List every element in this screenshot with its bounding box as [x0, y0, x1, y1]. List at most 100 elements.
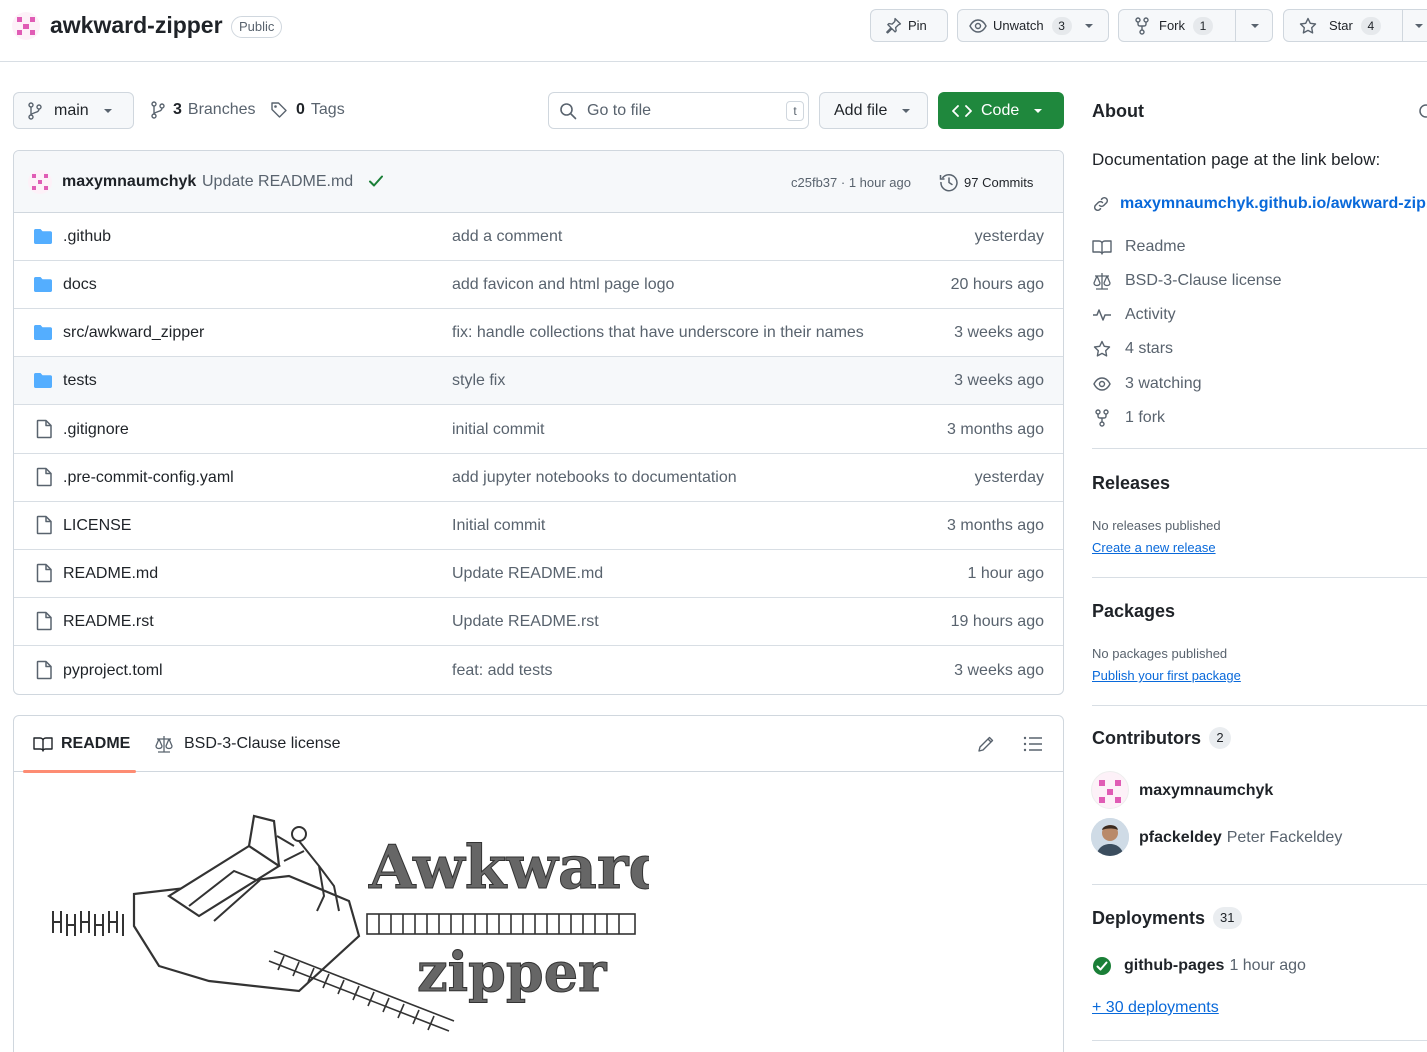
activity-link[interactable]: Activity	[1092, 306, 1176, 324]
branch-selector[interactable]: main	[13, 92, 134, 129]
forks-link[interactable]: 1 fork	[1092, 409, 1165, 427]
contributors-heading[interactable]: Contributors 2	[1092, 727, 1231, 749]
stars-link[interactable]: 4 stars	[1092, 340, 1173, 358]
chevron-down-icon[interactable]	[1250, 23, 1260, 29]
file-row[interactable]: README.rst Update README.rst 19 hours ago	[14, 598, 1063, 646]
readme-tabs: README BSD-3-Clause license	[14, 716, 1063, 773]
commit-message-link[interactable]: initial commit	[452, 421, 544, 439]
repo-name[interactable]: awkward-zipper	[50, 12, 223, 39]
file-icon	[35, 563, 53, 583]
avatar[interactable]	[1091, 771, 1129, 809]
license-link[interactable]: BSD-3-Clause license	[1092, 272, 1282, 290]
contributor-entry[interactable]: pfackeldey Peter Fackeldey	[1139, 829, 1342, 847]
file-row[interactable]: .pre-commit-config.yaml add jupyter noteb…	[14, 454, 1063, 502]
pin-icon	[885, 17, 902, 34]
file-name-link[interactable]: README.rst	[63, 613, 154, 631]
tags-link[interactable]: 0 Tags	[270, 101, 345, 119]
file-name-link[interactable]: .pre-commit-config.yaml	[63, 469, 234, 487]
avatar[interactable]	[1091, 818, 1129, 856]
about-description: Documentation page at the link below:	[1092, 150, 1381, 169]
deployments-heading[interactable]: Deployments 31	[1092, 907, 1242, 929]
chevron-down-icon	[901, 108, 911, 114]
branches-link[interactable]: 3 Branches	[151, 101, 256, 119]
commit-message-link[interactable]: style fix	[452, 372, 505, 390]
gear-icon[interactable]	[1418, 103, 1427, 119]
commit-message-link[interactable]: add jupyter notebooks to documentation	[452, 469, 737, 487]
deployment-env: github-pages	[1124, 957, 1225, 974]
contributor-login[interactable]: maxymnaumchyk	[1139, 782, 1273, 800]
shortcut-key: t	[786, 101, 804, 121]
file-name-link[interactable]: LICENSE	[63, 517, 131, 535]
chevron-down-icon[interactable]	[1414, 23, 1424, 29]
tab-license[interactable]: BSD-3-Clause license	[154, 735, 341, 753]
folder-icon	[33, 276, 53, 292]
file-row[interactable]: src/awkward_zipper fix: handle collection…	[14, 309, 1063, 357]
check-circle-fill-icon	[1092, 956, 1112, 976]
readme-link[interactable]: Readme	[1092, 238, 1185, 256]
star-button[interactable]: Star 4	[1283, 9, 1427, 42]
homepage-link[interactable]: maxymnaumchyk.github.io/awkward-zip...	[1092, 195, 1427, 213]
file-row[interactable]: README.md Update README.md 1 hour ago	[14, 550, 1063, 598]
contributor-login: pfackeldey	[1139, 829, 1222, 846]
branch-name: main	[54, 101, 89, 119]
repo-forked-icon	[1092, 409, 1112, 427]
pencil-icon[interactable]	[977, 735, 995, 753]
watching-link-label: 3 watching	[1125, 375, 1202, 392]
commit-hash-time[interactable]: c25fb37 · 1 hour ago	[791, 175, 911, 190]
packages-heading[interactable]: Packages	[1092, 601, 1175, 622]
tags-label: Tags	[310, 101, 345, 118]
commit-message-link[interactable]: feat: add tests	[452, 662, 553, 680]
chevron-down-icon[interactable]	[1084, 23, 1094, 29]
file-icon	[35, 660, 53, 680]
file-row[interactable]: tests style fix 3 weeks ago	[14, 357, 1063, 405]
divider	[1092, 577, 1427, 578]
logo-subtitle-text: zipper	[417, 940, 607, 1004]
file-name-link[interactable]: pyproject.toml	[63, 662, 163, 680]
file-row[interactable]: LICENSE Initial commit 3 months ago	[14, 502, 1063, 550]
commit-message-link[interactable]: add a comment	[452, 228, 562, 246]
file-row[interactable]: .github add a comment yesterday	[14, 213, 1063, 261]
commit-date: yesterday	[974, 228, 1044, 245]
tab-readme[interactable]: README	[33, 735, 130, 753]
code-button[interactable]: Code	[938, 92, 1064, 129]
avatar[interactable]	[28, 170, 52, 194]
go-to-file-input[interactable]: Go to file t	[548, 92, 809, 129]
repo-owner-avatar[interactable]	[12, 12, 40, 40]
pin-button[interactable]: Pin	[870, 9, 948, 42]
divider	[1092, 448, 1427, 449]
file-row[interactable]: .gitignore initial commit 3 months ago	[14, 406, 1063, 454]
commits-link[interactable]: 97 Commits	[964, 175, 1033, 190]
deployment-entry[interactable]: github-pages 1 hour ago	[1092, 956, 1306, 976]
file-name-link[interactable]: docs	[63, 276, 97, 294]
commit-message-link[interactable]: Update README.md	[452, 565, 603, 583]
file-name-link[interactable]: .gitignore	[63, 421, 129, 439]
file-row[interactable]: docs add favicon and html page logo 20 hou…	[14, 261, 1063, 309]
commit-date: 19 hours ago	[950, 613, 1044, 630]
unwatch-button[interactable]: Unwatch 3	[957, 9, 1109, 42]
commit-message[interactable]: Update README.md	[202, 173, 353, 191]
list-unordered-icon[interactable]	[1023, 736, 1043, 752]
releases-heading[interactable]: Releases	[1092, 473, 1170, 494]
commit-date: 1 hour ago	[967, 565, 1044, 582]
book-icon	[33, 736, 53, 752]
commit-date: 20 hours ago	[950, 276, 1044, 293]
commit-message-link[interactable]: fix: handle collections that have unders…	[452, 324, 864, 342]
commit-message-link[interactable]: add favicon and html page logo	[452, 276, 674, 294]
commit-author[interactable]: maxymnaumchyk	[62, 173, 196, 191]
fork-button[interactable]: Fork 1	[1118, 9, 1273, 42]
check-icon[interactable]	[368, 173, 384, 189]
file-browser: maxymnaumchyk Update README.md c25fb37 ·…	[13, 150, 1064, 695]
watching-link[interactable]: 3 watching	[1092, 375, 1202, 393]
file-row[interactable]: pyproject.toml feat: add tests 3 weeks ago	[14, 647, 1063, 694]
more-deployments-link[interactable]: + 30 deployments	[1092, 999, 1219, 1017]
commit-message-link[interactable]: Initial commit	[452, 517, 545, 535]
file-name-link[interactable]: .github	[63, 228, 111, 246]
file-name-link[interactable]: src/awkward_zipper	[63, 324, 204, 342]
commit-message-link[interactable]: Update README.rst	[452, 613, 599, 631]
add-file-button[interactable]: Add file	[819, 92, 928, 129]
create-release-link[interactable]: Create a new release	[1092, 540, 1216, 555]
file-name-link[interactable]: tests	[63, 372, 97, 390]
publish-package-link[interactable]: Publish your first package	[1092, 668, 1241, 683]
file-name-link[interactable]: README.md	[63, 565, 158, 583]
readme-link-label: Readme	[1125, 238, 1186, 255]
